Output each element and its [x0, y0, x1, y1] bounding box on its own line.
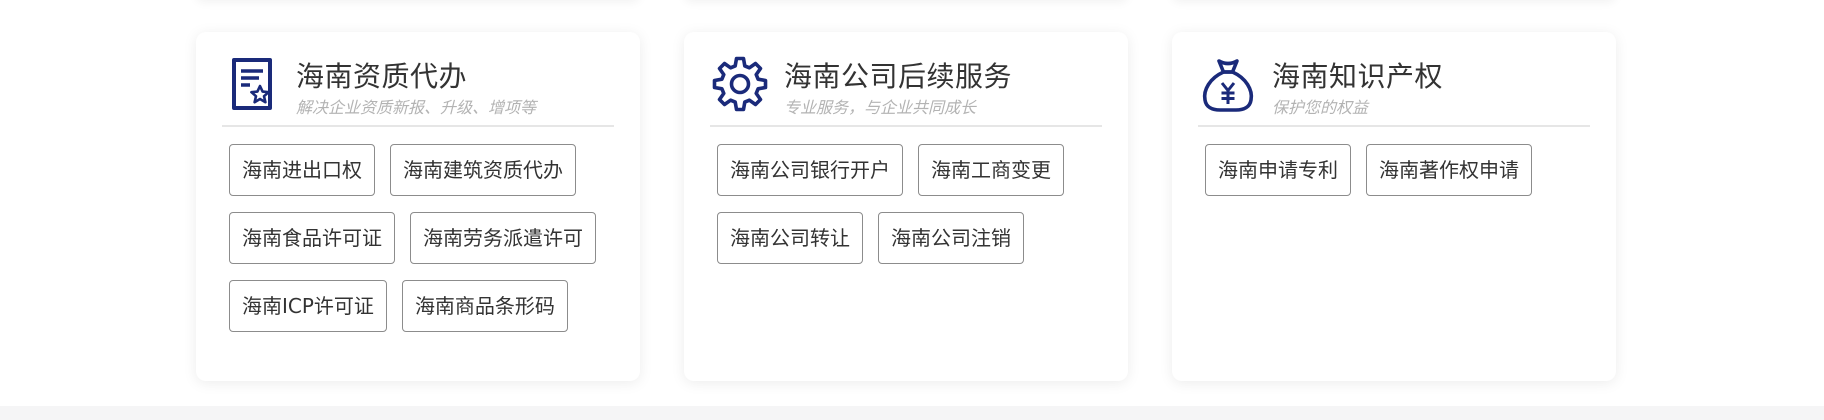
tag-food-license[interactable]: 海南食品许可证 — [229, 212, 395, 264]
tag-list: 海南申请专利 海南著作权申请 — [1205, 144, 1594, 196]
card-title: 海南资质代办 — [296, 60, 468, 93]
tag-icp-license[interactable]: 海南ICP许可证 — [229, 280, 387, 332]
card-subtitle: 保护您的权益 — [1272, 98, 1369, 117]
gear-icon — [712, 56, 768, 112]
card-header: 海南公司后续服务 专业服务，与企业共同成长 — [710, 52, 1102, 127]
tag-construction-qualification[interactable]: 海南建筑资质代办 — [390, 144, 576, 196]
service-card-company-services: 海南公司后续服务 专业服务，与企业共同成长 海南公司银行开户 海南工商变更 海南… — [684, 32, 1128, 381]
card-header: 海南资质代办 解决企业资质新报、升级、增项等 — [222, 52, 614, 127]
tag-patent-application[interactable]: 海南申请专利 — [1205, 144, 1351, 196]
card-header: 海南知识产权 保护您的权益 — [1198, 52, 1590, 127]
certificate-icon — [224, 56, 280, 112]
card-subtitle: 专业服务，与企业共同成长 — [784, 98, 977, 117]
card-title: 海南公司后续服务 — [784, 60, 1013, 93]
service-card-qualification: 海南资质代办 解决企业资质新报、升级、增项等 海南进出口权 海南建筑资质代办 海… — [196, 32, 640, 381]
tag-list: 海南进出口权 海南建筑资质代办 海南食品许可证 海南劳务派遣许可 海南ICP许可… — [229, 144, 618, 332]
tag-company-transfer[interactable]: 海南公司转让 — [717, 212, 863, 264]
money-bag-icon — [1200, 56, 1256, 112]
card-subtitle: 解决企业资质新报、升级、增项等 — [296, 98, 537, 117]
tag-barcode[interactable]: 海南商品条形码 — [401, 280, 568, 332]
tag-list: 海南公司银行开户 海南工商变更 海南公司转让 海南公司注销 — [717, 144, 1106, 264]
section-footer-band — [0, 406, 1824, 420]
card-title: 海南知识产权 — [1272, 60, 1444, 93]
tag-labor-dispatch-license[interactable]: 海南劳务派遣许可 — [410, 212, 596, 264]
tag-business-change[interactable]: 海南工商变更 — [918, 144, 1064, 196]
tag-copyright-application[interactable]: 海南著作权申请 — [1366, 144, 1532, 196]
tag-bank-account[interactable]: 海南公司银行开户 — [717, 144, 903, 196]
tag-company-cancellation[interactable]: 海南公司注销 — [878, 212, 1024, 264]
tag-import-export-right[interactable]: 海南进出口权 — [229, 144, 375, 196]
service-card-intellectual-property: 海南知识产权 保护您的权益 海南申请专利 海南著作权申请 — [1172, 32, 1616, 381]
